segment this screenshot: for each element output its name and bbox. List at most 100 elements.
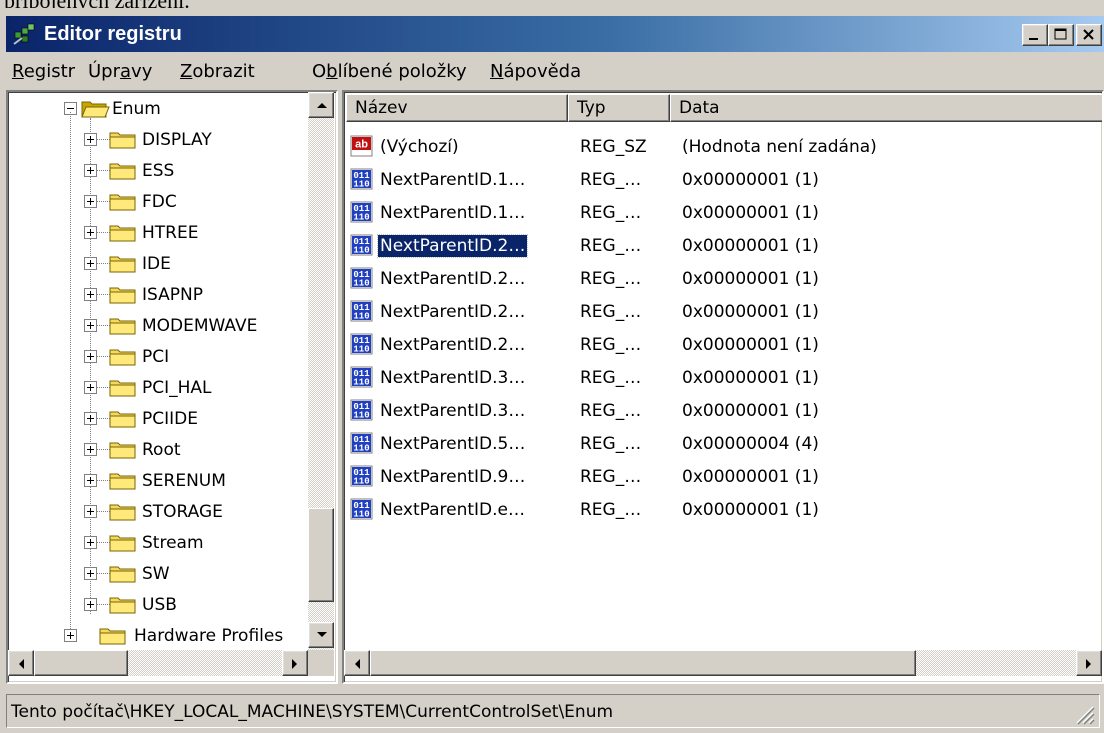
svg-text:110: 110 — [353, 411, 369, 421]
value-row[interactable]: 011 110 NextParentID.3… REG_… 0x00000001 (1) — [346, 361, 1102, 393]
value-row[interactable]: 011 110 NextParentID.3… REG_… 0x00000001 (1) — [346, 394, 1102, 426]
resize-grip-icon[interactable] — [1073, 703, 1095, 725]
value-row[interactable]: 011 110 NextParentID.5… REG_… 0x00000004 (4) — [346, 427, 1102, 459]
expand-toggle[interactable] — [84, 164, 97, 177]
minimize-icon — [1029, 38, 1038, 40]
tree-scroll-up-button[interactable] — [308, 92, 334, 118]
column-header-name[interactable]: Název — [346, 94, 568, 122]
list-hscroll-thumb[interactable] — [370, 650, 916, 676]
binary-value-icon: 011110 — [350, 498, 373, 520]
tree-node-label: MODEMWAVE — [142, 316, 258, 336]
tree-vertical-scrollbar[interactable] — [308, 92, 334, 650]
tree-node-label: PCI — [142, 347, 170, 367]
expand-toggle[interactable] — [84, 598, 97, 611]
expand-toggle[interactable] — [84, 288, 97, 301]
arrow-left-icon — [355, 659, 360, 669]
tree-node-ide[interactable]: IDE — [8, 249, 306, 279]
menu-napoveda[interactable]: Nápověda — [490, 61, 581, 83]
folder-icon — [109, 132, 136, 149]
tree-scroll-down-button[interactable] — [308, 622, 334, 648]
binary-value-icon: 011110 — [350, 465, 373, 487]
menu-registr[interactable]: Registr — [12, 61, 75, 83]
column-header-type[interactable]: Typ — [568, 94, 670, 122]
expand-toggle[interactable] — [84, 195, 97, 208]
expand-toggle[interactable] — [84, 133, 97, 146]
value-data: (Hodnota není zadána) — [682, 137, 877, 157]
tree-node-root[interactable]: Root — [8, 435, 306, 465]
value-row[interactable]: 011 110 NextParentID.e… REG_… 0x00000001 (1) — [346, 493, 1102, 525]
tree-node-ess[interactable]: ESS — [8, 156, 306, 186]
tree-scroll-left-button[interactable] — [8, 650, 34, 676]
expand-toggle[interactable] — [84, 350, 97, 363]
tree-node-modemwave[interactable]: MODEMWAVE — [8, 311, 306, 341]
menu-oblibene-polozky[interactable]: Oblíbené položky — [312, 61, 467, 83]
registry-editor-window: Editor registru Registr Úpravy Zobrazit … — [0, 0, 1104, 733]
tree-node-pci[interactable]: PCI — [8, 342, 306, 372]
tree-node-isapnp[interactable]: ISAPNP — [8, 280, 306, 310]
tree-node-label: ISAPNP — [142, 285, 203, 305]
arrow-up-icon — [317, 103, 327, 108]
tree-node-hardware-profiles[interactable]: Hardware Profiles — [8, 621, 306, 651]
tree-node-enum[interactable]: Enum — [8, 94, 306, 124]
tree-node-display[interactable]: DISPLAY — [8, 125, 306, 155]
title-bar[interactable]: Editor registru — [6, 16, 1104, 52]
list-scroll-right-button[interactable] — [1076, 650, 1102, 676]
value-row[interactable]: 011 110 NextParentID.2… REG_… 0x00000001 (1) — [346, 295, 1102, 327]
tree-scroll-right-button[interactable] — [282, 650, 308, 676]
maximize-button[interactable] — [1048, 24, 1074, 46]
minimize-button[interactable] — [1022, 24, 1048, 46]
values-list-panel[interactable]: Název Typ Data ab (Výchozí) REG_SZ (Hodnota… — [342, 90, 1104, 684]
expand-toggle[interactable] — [84, 474, 97, 487]
menu-zobrazit[interactable]: Zobrazit — [180, 61, 255, 83]
binary-value-icon: 011110 — [350, 267, 373, 289]
close-button[interactable] — [1076, 24, 1102, 46]
tree-node-htree[interactable]: HTREE — [8, 218, 306, 248]
list-scroll-left-button[interactable] — [344, 650, 370, 676]
tree-node-pci-hal[interactable]: PCI_HAL — [8, 373, 306, 403]
value-row[interactable]: 011 110 NextParentID.1… REG_… 0x00000001 (1) — [346, 163, 1102, 195]
expand-toggle[interactable] — [84, 505, 97, 518]
value-name: NextParentID.e… — [380, 500, 525, 520]
expand-toggle[interactable] — [84, 443, 97, 456]
tree-node-sw[interactable]: SW — [8, 559, 306, 589]
tree-node-stream[interactable]: Stream — [8, 528, 306, 558]
value-row[interactable]: 011 110 NextParentID.2… REG_… 0x00000001 (1) — [346, 262, 1102, 294]
tree-scroll-thumb[interactable] — [308, 508, 334, 602]
folder-icon — [109, 225, 136, 242]
value-data: 0x00000001 (1) — [682, 467, 819, 487]
value-row[interactable]: 011 110 NextParentID.2… REG_… 0x00000001 (1) — [346, 229, 1102, 261]
value-row[interactable]: ab (Výchozí) REG_SZ (Hodnota není zadána) — [346, 130, 1102, 162]
expand-toggle[interactable] — [84, 381, 97, 394]
maximize-icon — [1054, 28, 1067, 40]
tree-node-fdc[interactable]: FDC — [8, 187, 306, 217]
expand-toggle[interactable] — [84, 412, 97, 425]
key-tree-panel[interactable]: Enum DISPLAY ESS FDC HTREE IDE ISAPNP MODEMWAVE… — [6, 90, 338, 684]
tree-node-usb[interactable]: USB — [8, 590, 306, 620]
value-type: REG_… — [580, 203, 642, 223]
expand-toggle[interactable] — [84, 226, 97, 239]
value-row[interactable]: 011 110 NextParentID.9… REG_… 0x00000001 (1) — [346, 460, 1102, 492]
expand-toggle[interactable] — [84, 536, 97, 549]
folder-icon — [109, 504, 136, 521]
binary-value-icon: 011110 — [350, 201, 373, 223]
expand-toggle[interactable] — [84, 567, 97, 580]
tree-hscroll-thumb[interactable] — [34, 650, 128, 676]
arrow-right-icon — [292, 659, 297, 669]
column-header-data[interactable]: Data — [670, 94, 1102, 122]
expand-toggle[interactable] — [64, 629, 77, 642]
open-folder-icon — [81, 101, 110, 118]
value-row[interactable]: 011 110 NextParentID.2… REG_… 0x00000001 (1) — [346, 328, 1102, 360]
tree-node-pciide[interactable]: PCIIDE — [8, 404, 306, 434]
expand-toggle[interactable] — [84, 257, 97, 270]
tree-node-serenum[interactable]: SERENUM — [8, 466, 306, 496]
list-horizontal-scrollbar[interactable] — [344, 650, 1102, 676]
menu-upravy[interactable]: Úpravy — [88, 61, 152, 83]
value-row[interactable]: 011 110 NextParentID.1… REG_… 0x00000001 (1) — [346, 196, 1102, 228]
menu-bar: Registr Úpravy Zobrazit Oblíbené položky… — [6, 56, 1104, 88]
status-bar: Tento počítač\HKEY_LOCAL_MACHINE\SYSTEM\… — [6, 694, 1100, 728]
expand-toggle[interactable] — [84, 319, 97, 332]
value-data: 0x00000001 (1) — [682, 236, 819, 256]
value-name: (Výchozí) — [380, 137, 459, 157]
tree-node-storage[interactable]: STORAGE — [8, 497, 306, 527]
tree-horizontal-scrollbar[interactable] — [8, 650, 308, 676]
